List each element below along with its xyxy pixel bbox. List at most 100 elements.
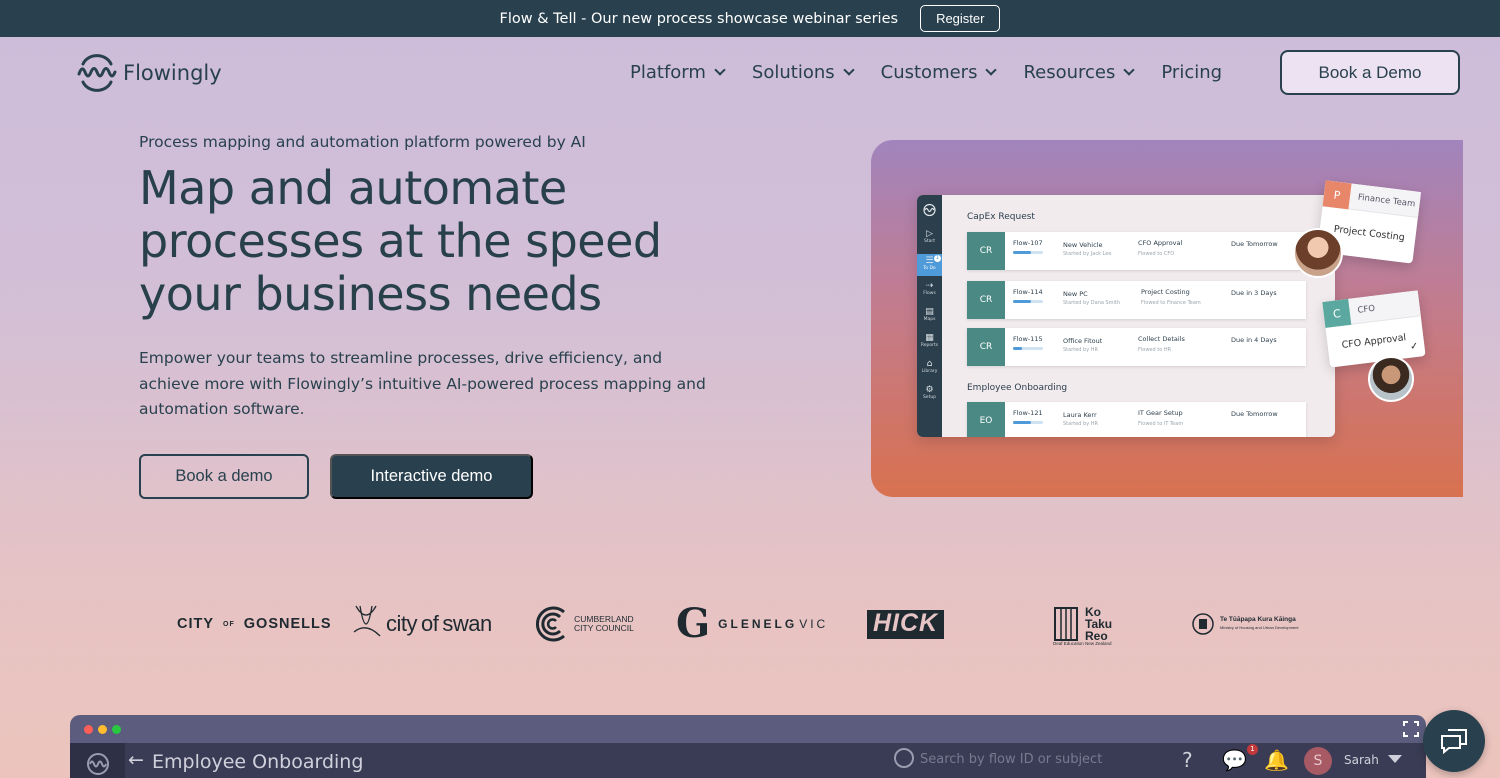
nav-label: Platform [630, 61, 706, 83]
sidebar-start[interactable]: ▷ Start [917, 229, 942, 249]
flow-id: Flow-121 [1013, 409, 1043, 417]
window-controls [84, 725, 121, 734]
flow-row[interactable]: EO Flow-121 Laura Kerr Started by HR IT … [967, 402, 1306, 437]
sidebar-label: Reports [920, 343, 939, 348]
flow-started: Started by HR [1063, 421, 1099, 427]
flow-row[interactable]: CR Flow-107 New Vehicle Started by Jack … [967, 232, 1306, 270]
interactive-demo-button[interactable]: Interactive demo [330, 454, 533, 499]
sidebar-label: Flows [923, 291, 936, 296]
logo-text: GLENELG [718, 617, 798, 631]
nav-label: Pricing [1161, 61, 1223, 83]
demo-search-input[interactable]: Search by flow ID or subject [920, 752, 1102, 767]
logo-ko-taku-reo: Ko Taku Reo Deaf Education New Zealand [1053, 596, 1112, 652]
flow-due: Due in 4 Days [1231, 336, 1277, 344]
avatar[interactable]: S [1304, 747, 1332, 775]
logo-city-of-swan: city of swan [350, 596, 492, 652]
flow-subject: New Vehicle [1063, 241, 1103, 249]
chevron-down-icon [842, 63, 855, 76]
flow-row[interactable]: CR Flow-115 Office Fitout Started by HR … [967, 328, 1306, 366]
swan-mark-icon [353, 605, 381, 637]
flow-step: Collect Details [1138, 335, 1185, 343]
hero-product-visual: ▷ Start ☰ To Do 1 ⇢ Flows ▤ Maps ▦ Reports ⌂ L… [871, 140, 1463, 497]
logo-text: Deaf Education New Zealand [1053, 641, 1112, 646]
check-icon: ✓ [1409, 340, 1420, 353]
minimize-dot-icon[interactable] [98, 725, 107, 734]
logo-cumberland: CUMBERLAND CITY COUNCIL [534, 596, 634, 652]
flow-due: Due in 3 Days [1231, 289, 1277, 297]
interactive-demo-window[interactable]: ← Employee Onboarding Search by flow ID … [70, 715, 1426, 778]
chevron-down-icon [1123, 63, 1136, 76]
nav-resources[interactable]: Resources [1023, 62, 1136, 83]
sidebar-label: Start [924, 239, 935, 244]
nz-crest-icon [1192, 613, 1214, 635]
logo-text: Ministry of Housing and Urban Developmen… [1220, 625, 1299, 630]
book-demo-button[interactable]: Book a demo [139, 454, 309, 499]
nav-platform[interactable]: Platform [630, 61, 726, 83]
nav-customers[interactable]: Customers [881, 62, 998, 83]
brand-logo[interactable]: Flowingly [77, 50, 222, 96]
gear-icon: ⚙ [925, 385, 934, 395]
woman-avatar [1293, 228, 1343, 278]
maximize-dot-icon[interactable] [112, 725, 121, 734]
man-avatar [1368, 356, 1414, 402]
flow-due: Due Tomorrow [1231, 240, 1278, 248]
card-badge: P [1322, 180, 1352, 210]
card-team: CFO [1357, 303, 1376, 316]
nav-pricing[interactable]: Pricing [1161, 62, 1222, 83]
flow-subject: New PC [1063, 290, 1088, 298]
flow-progress [1013, 251, 1043, 254]
todo-badge: 1 [934, 255, 941, 262]
notification-count: 1 [1247, 744, 1258, 755]
user-name: Sarah [1344, 753, 1379, 767]
close-dot-icon[interactable] [84, 725, 93, 734]
sidebar-label: Library [921, 369, 938, 374]
card-task: Project Costing [1333, 223, 1406, 244]
flow-row[interactable]: CR Flow-114 New PC Started by Dana Smith… [967, 281, 1306, 319]
register-button[interactable]: Register [920, 5, 1001, 32]
sidebar-todo[interactable]: ☰ To Do 1 [917, 254, 942, 276]
logo-city-of-gosnells: CITY OF GOSNELLS [177, 596, 332, 652]
fullscreen-icon[interactable] [1403, 721, 1419, 737]
flow-step: Project Costing [1141, 288, 1190, 296]
flow-badge: CR [967, 232, 1005, 270]
flow-progress [1013, 421, 1043, 424]
demo-app-header: ← Employee Onboarding Search by flow ID … [70, 743, 1426, 778]
chevron-down-icon[interactable] [1388, 755, 1402, 763]
sidebar-maps[interactable]: ▤ Maps [917, 307, 942, 327]
sidebar-reports[interactable]: ▦ Reports [917, 333, 942, 353]
flow-started: Started by Dana Smith [1063, 300, 1121, 306]
chat-bubble-icon[interactable]: 💬 [1222, 748, 1247, 772]
logo-glenelg: G GLENELG VIC [676, 596, 828, 652]
chat-icon [1441, 729, 1467, 755]
logo-text: of [421, 611, 439, 636]
flowingly-logo-icon [77, 54, 117, 92]
nav-solutions[interactable]: Solutions [752, 62, 855, 83]
bell-icon[interactable]: 🔔 [1264, 748, 1289, 772]
flow-flowed: Flowed to CFO [1138, 251, 1175, 257]
logo-text: CITY [177, 616, 215, 632]
flow-progress [1013, 300, 1043, 303]
help-icon[interactable]: ? [1182, 748, 1193, 772]
book-demo-nav-button[interactable]: Book a Demo [1280, 50, 1460, 95]
ko-taku-reo-mark-icon [1054, 607, 1078, 641]
sidebar-library[interactable]: ⌂ Library [917, 359, 942, 379]
back-arrow-icon[interactable]: ← [128, 749, 144, 771]
flow-due: Due Tomorrow [1231, 410, 1278, 418]
sidebar-flows[interactable]: ⇢ Flows [917, 281, 942, 301]
search-icon[interactable] [894, 748, 914, 768]
logo-text: HICK [867, 609, 945, 639]
flow-id: Flow-114 [1013, 288, 1043, 296]
hero-description: Empower your teams to streamline process… [139, 349, 706, 418]
demo-logo-icon [87, 753, 109, 775]
flow-subject: Office Fitout [1063, 337, 1103, 345]
sidebar-setup[interactable]: ⚙ Setup [917, 385, 942, 405]
chat-launcher-button[interactable] [1423, 710, 1485, 772]
flow-progress [1013, 347, 1043, 350]
library-icon: ⌂ [926, 359, 933, 369]
logo-text: CITY COUNCIL [574, 623, 634, 633]
logo-text: Te Tūāpapa Kura Kāinga [1220, 616, 1296, 623]
document-icon: ▤ [925, 307, 934, 317]
flow-flowed: Flowed to IT Team [1138, 421, 1184, 427]
hero-eyebrow: Process mapping and automation platform … [139, 133, 586, 151]
logo-te-tuapapa: Te Tūāpapa Kura Kāinga Ministry of Housin… [1190, 596, 1298, 652]
